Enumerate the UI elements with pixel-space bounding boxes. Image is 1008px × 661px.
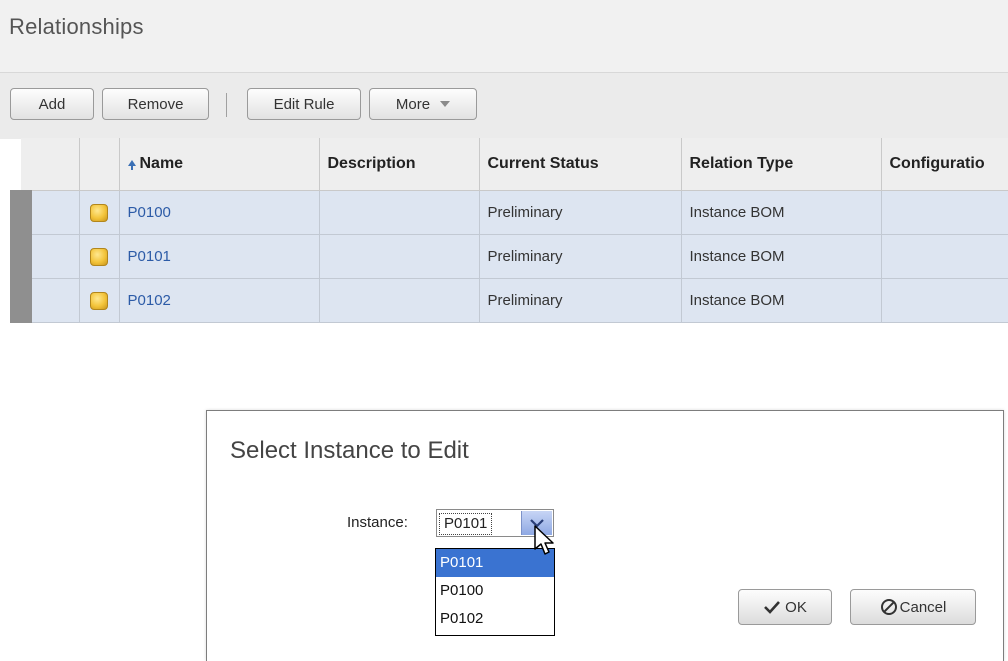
edit-rule-button[interactable]: Edit Rule	[247, 88, 361, 120]
relationships-table: Name Description Current Status Relation…	[10, 138, 1008, 323]
configuration-cell	[881, 190, 1008, 235]
cancel-circle-icon	[880, 599, 897, 615]
sort-ascending-icon	[127, 159, 136, 170]
part-cube-icon	[90, 247, 108, 266]
remove-button[interactable]: Remove	[102, 88, 209, 120]
relation-type-cell: Instance BOM	[681, 278, 882, 323]
column-header-current-status[interactable]: Current Status	[479, 138, 682, 191]
column-header-configuration[interactable]: Configuratio	[881, 138, 1008, 191]
description-cell	[319, 234, 480, 279]
select-instance-dialog: Select Instance to Edit Instance: P0101 …	[206, 410, 1004, 661]
instance-option[interactable]: P0102	[436, 605, 554, 633]
row-select-handle[interactable]	[10, 278, 80, 323]
cancel-button[interactable]: Cancel	[850, 589, 976, 625]
row-handle-header	[21, 138, 80, 191]
add-button[interactable]: Add	[10, 88, 94, 120]
cancel-button-label: Cancel	[899, 598, 947, 616]
part-cube-icon	[90, 291, 108, 310]
ok-button[interactable]: OK	[738, 589, 832, 625]
instance-select-value: P0101	[439, 513, 493, 535]
name-cell: P0101	[119, 234, 320, 279]
mouse-pointer-icon	[534, 525, 554, 555]
table-row[interactable]: P0101 Preliminary Instance BOM	[10, 234, 1008, 279]
ok-button-label: OK	[785, 598, 807, 616]
status-cell: Preliminary	[479, 234, 682, 279]
dialog-title: Select Instance to Edit	[230, 437, 469, 464]
header-bar: Relationships	[0, 0, 1008, 72]
page-title: Relationships	[9, 14, 144, 39]
part-link[interactable]: P0100	[128, 204, 171, 221]
row-icon-cell	[79, 234, 120, 279]
instance-options-list: P0101 P0100 P0102	[435, 548, 555, 636]
table-header-row: Name Description Current Status Relation…	[21, 138, 1008, 191]
column-header-relation-type[interactable]: Relation Type	[681, 138, 882, 191]
row-icon-cell	[79, 278, 120, 323]
name-cell: P0100	[119, 190, 320, 235]
table-row[interactable]: P0100 Preliminary Instance BOM	[10, 190, 1008, 235]
icon-column-header	[79, 138, 120, 191]
status-cell: Preliminary	[479, 190, 682, 235]
column-header-name[interactable]: Name	[119, 138, 320, 191]
relation-type-cell: Instance BOM	[681, 234, 882, 279]
description-cell	[319, 190, 480, 235]
part-link[interactable]: P0101	[128, 248, 171, 265]
table-row[interactable]: P0102 Preliminary Instance BOM	[10, 278, 1008, 323]
relation-type-cell: Instance BOM	[681, 190, 882, 235]
part-cube-icon	[90, 203, 108, 222]
toolbar: Add Remove Edit Rule More	[0, 72, 1008, 139]
configuration-cell	[881, 278, 1008, 323]
name-cell: P0102	[119, 278, 320, 323]
chevron-down-icon	[440, 101, 451, 107]
row-icon-cell	[79, 190, 120, 235]
description-cell	[319, 278, 480, 323]
instance-label: Instance:	[347, 514, 408, 531]
more-button-label: More	[395, 95, 431, 113]
column-header-description[interactable]: Description	[319, 138, 480, 191]
instance-option[interactable]: P0100	[436, 577, 554, 605]
configuration-cell	[881, 234, 1008, 279]
row-select-handle[interactable]	[10, 190, 80, 235]
more-button[interactable]: More	[369, 88, 477, 120]
column-header-name-label: Name	[139, 155, 184, 172]
row-select-handle[interactable]	[10, 234, 80, 279]
status-cell: Preliminary	[479, 278, 682, 323]
checkmark-icon	[764, 601, 781, 614]
part-link[interactable]: P0102	[128, 292, 171, 309]
toolbar-separator	[226, 93, 227, 117]
